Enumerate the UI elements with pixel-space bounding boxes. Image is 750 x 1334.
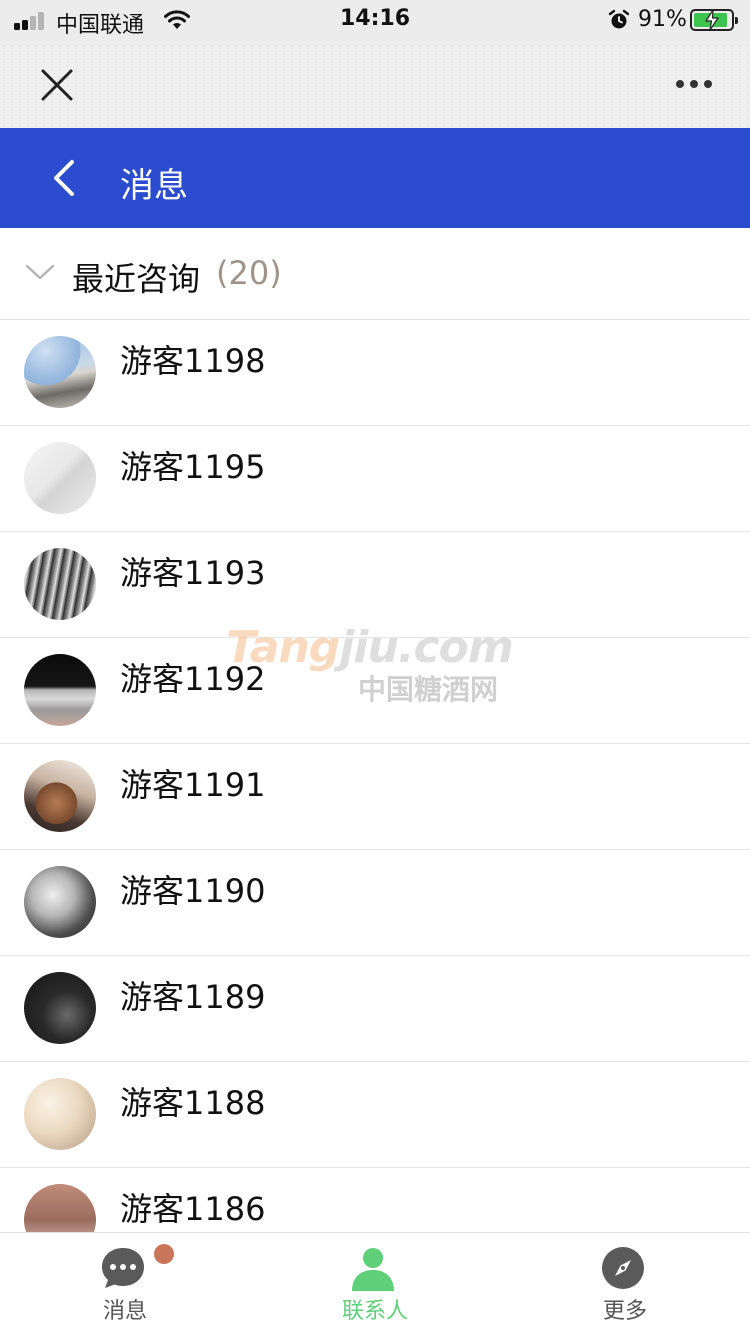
contact-name: 游客1189 xyxy=(120,978,266,1016)
avatar xyxy=(24,972,96,1044)
more-icon[interactable] xyxy=(664,72,724,98)
contact-row[interactable]: 游客1189 xyxy=(0,956,750,1062)
tab-label: 更多 xyxy=(602,1299,647,1324)
chevron-down-icon xyxy=(25,264,55,280)
avatar xyxy=(24,654,96,726)
page-header: 消息 xyxy=(0,128,750,228)
close-icon[interactable] xyxy=(34,62,80,108)
avatar xyxy=(24,442,96,514)
contact-name: 游客1191 xyxy=(120,766,266,804)
section-label: 最近咨询 xyxy=(72,260,201,298)
contact-row[interactable]: 游客1195 xyxy=(0,426,750,532)
contact-name: 游客1195 xyxy=(120,448,266,486)
tab-contacts[interactable]: 联系人 xyxy=(250,1233,500,1334)
avatar xyxy=(24,1078,96,1150)
page-title: 消息 xyxy=(120,166,188,206)
avatar xyxy=(24,336,96,408)
contact-row[interactable]: 游客1190 xyxy=(0,850,750,956)
contact-name: 游客1188 xyxy=(120,1084,266,1122)
contact-person-icon xyxy=(352,1248,394,1291)
tab-more[interactable]: 更多 xyxy=(500,1233,750,1334)
avatar xyxy=(24,866,96,938)
tab-label: 联系人 xyxy=(341,1299,408,1324)
contact-row[interactable]: 游客1186 xyxy=(0,1168,750,1232)
back-icon[interactable] xyxy=(44,156,88,200)
contact-row[interactable]: 游客1191 xyxy=(0,744,750,850)
bottom-tab-bar: 消息 联系人 更多 xyxy=(0,1232,750,1334)
recent-consult-section[interactable]: 最近咨询 (20) xyxy=(0,228,750,320)
contact-row[interactable]: 游客1188 xyxy=(0,1062,750,1168)
contact-row[interactable]: 游客1198 xyxy=(0,320,750,426)
alarm-icon xyxy=(608,9,630,29)
tab-messages[interactable]: 消息 xyxy=(0,1233,250,1334)
avatar xyxy=(24,1184,96,1232)
avatar xyxy=(24,548,96,620)
contact-row[interactable]: 游客1192 xyxy=(0,638,750,744)
contact-name: 游客1186 xyxy=(120,1190,266,1228)
contact-name: 游客1192 xyxy=(120,660,266,698)
avatar xyxy=(24,760,96,832)
status-bar: 中国联通 14:16 91% xyxy=(0,0,750,42)
battery-charging-icon xyxy=(690,9,738,31)
unread-badge xyxy=(154,1244,174,1264)
charging-bolt-icon xyxy=(705,9,719,31)
tab-label: 消息 xyxy=(102,1299,147,1324)
battery-percent: 91% xyxy=(638,7,687,32)
compass-icon xyxy=(602,1247,644,1289)
contact-list: 游客1198 游客1195 游客1193 游客1192 游客1191 游客119… xyxy=(0,320,750,1232)
contact-row[interactable]: 游客1193 xyxy=(0,532,750,638)
contact-name: 游客1190 xyxy=(120,872,266,910)
contact-name: 游客1198 xyxy=(120,342,266,380)
chat-bubble-icon xyxy=(102,1248,144,1288)
webview-toolbar xyxy=(0,42,750,128)
contact-name: 游客1193 xyxy=(120,554,266,592)
section-count: (20) xyxy=(216,254,282,292)
